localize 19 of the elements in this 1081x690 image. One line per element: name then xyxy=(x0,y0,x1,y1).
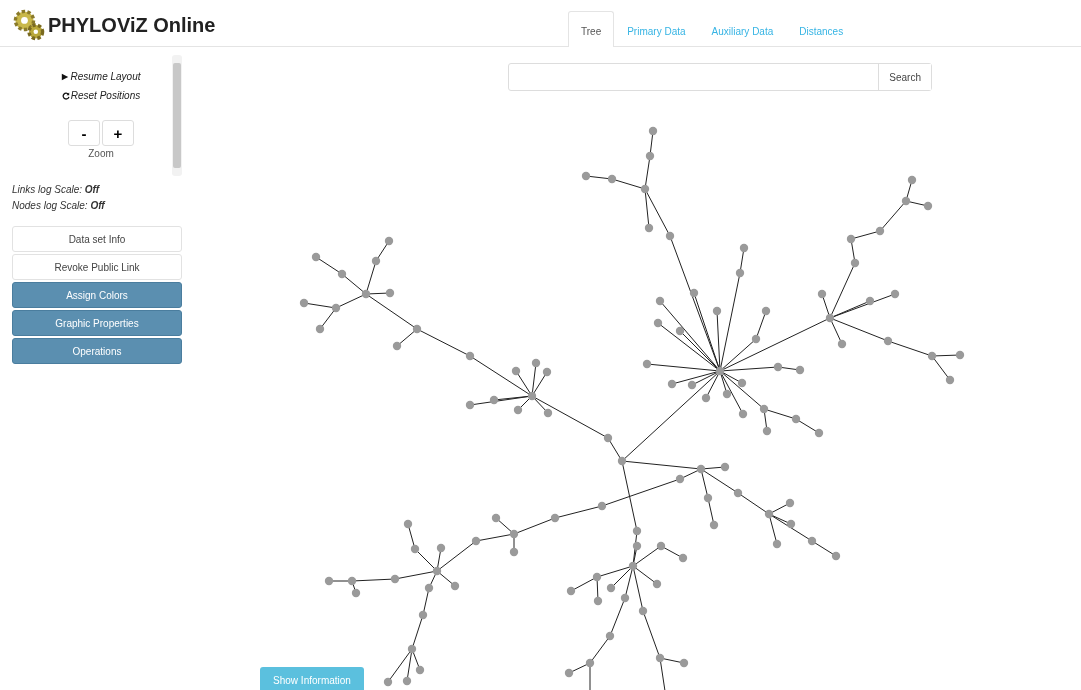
app-title: PHYLOViZ Online xyxy=(48,13,216,37)
menu-button[interactable]: Operations xyxy=(12,338,182,364)
zoom-label: Zoom xyxy=(88,148,114,159)
menu-button[interactable]: Graphic Properties xyxy=(12,310,182,336)
scrollbar[interactable] xyxy=(172,55,182,176)
refresh-icon xyxy=(61,91,70,100)
action-button[interactable]: Data set Info xyxy=(12,226,182,252)
scale-setting: Nodes log Scale: Off xyxy=(11,199,107,213)
play-icon xyxy=(61,72,70,81)
reset-positions-link[interactable]: Reset Positions xyxy=(61,86,141,105)
gears-logo-icon xyxy=(12,8,46,42)
tab[interactable]: Tree xyxy=(568,11,615,47)
zoom-out-button[interactable]: - xyxy=(68,120,100,146)
resume-layout-link[interactable]: Resume Layout xyxy=(61,67,141,86)
scale-setting: Links log Scale: Off xyxy=(11,183,101,197)
tree-nodes[interactable] xyxy=(299,126,965,687)
menu-button[interactable]: Assign Colors xyxy=(12,282,182,308)
zoom-in-button[interactable]: + xyxy=(102,120,134,146)
action-button[interactable]: Revoke Public Link xyxy=(12,254,182,280)
